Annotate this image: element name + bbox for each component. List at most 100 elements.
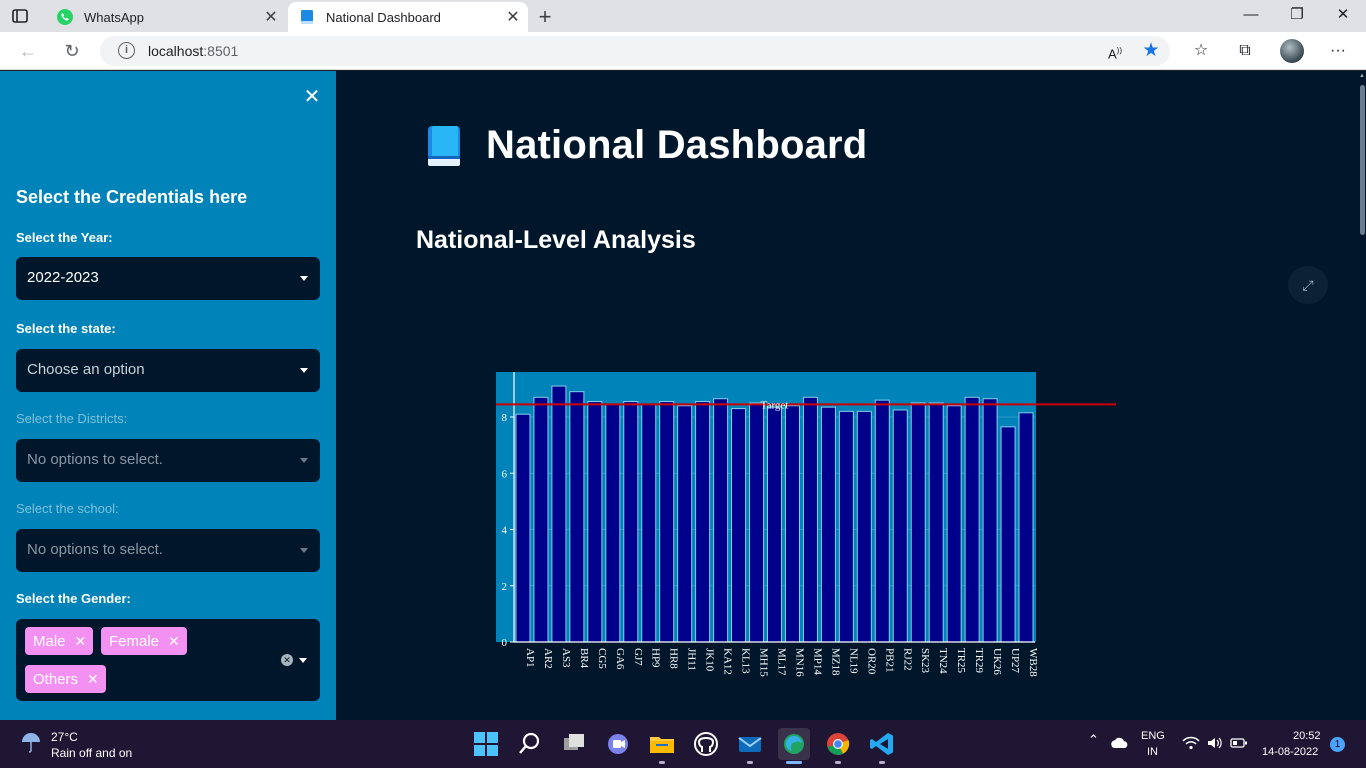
edge-icon — [784, 734, 804, 754]
address-bar[interactable]: i localhost:8501 — [100, 36, 1170, 66]
x-tick-label: AP1 — [524, 648, 536, 668]
blue-book-icon — [428, 125, 460, 166]
clock-time[interactable]: 20:52 — [1293, 730, 1321, 742]
language-indicator[interactable]: ENG — [1141, 730, 1165, 742]
weather-description[interactable]: Rain off and on — [51, 746, 132, 760]
minimize-icon[interactable]: — — [1240, 4, 1262, 26]
school-select-placeholder: No options to select. — [27, 541, 163, 558]
gender-chip-female[interactable]: Female ✕ — [101, 627, 187, 655]
battery-icon[interactable] — [1230, 737, 1248, 749]
running-indicator — [879, 761, 885, 764]
windows-start-icon[interactable] — [470, 728, 502, 760]
year-select-value: 2022-2023 — [27, 269, 99, 286]
mail-icon[interactable] — [734, 728, 766, 760]
refresh-icon[interactable]: ↻ — [61, 40, 83, 62]
edge-browser-app[interactable] — [778, 728, 810, 760]
bar — [551, 385, 567, 643]
scrollbar[interactable] — [1358, 71, 1366, 720]
chevron-down-icon[interactable] — [299, 658, 307, 663]
tab-national-dashboard[interactable]: National Dashboard ✕ — [288, 2, 528, 32]
sidebar-heading: Select the Credentials here — [16, 187, 248, 207]
year-label: Select the Year: — [16, 230, 113, 245]
bar — [1000, 426, 1016, 643]
new-tab-button[interactable]: + — [534, 4, 556, 30]
clear-all-icon[interactable]: ✕ — [281, 654, 293, 666]
notification-badge[interactable]: 1 — [1330, 737, 1345, 752]
task-view-icon[interactable] — [558, 728, 590, 760]
x-tick-label: BR4 — [578, 648, 590, 669]
x-tick-label: HR8 — [668, 648, 680, 669]
bar — [641, 403, 657, 643]
bar-chart: 0 2 4 6 8 AP1 AR2 AS3 BR4 CG5 GA6 GJ7 HP9 HR8 JH11 JK10… — [496, 372, 1116, 677]
file-explorer-icon[interactable] — [646, 728, 678, 760]
bar — [820, 406, 836, 643]
gender-chip-male[interactable]: Male ✕ — [25, 627, 94, 655]
chip-remove-icon[interactable]: ✕ — [75, 633, 87, 650]
url-port: :8501 — [203, 43, 239, 59]
bar — [605, 403, 621, 643]
bar — [910, 402, 926, 643]
bar — [713, 398, 729, 643]
teams-chat-icon[interactable] — [602, 728, 634, 760]
year-select[interactable]: 2022-2023 — [16, 257, 320, 300]
favorites-icon[interactable]: ☆ — [1190, 40, 1212, 62]
section-heading: National-Level Analysis — [416, 226, 696, 254]
url-text[interactable]: localhost:8501 — [148, 43, 238, 59]
chip-remove-icon[interactable]: ✕ — [168, 633, 180, 650]
gender-chip-others[interactable]: Others ✕ — [25, 665, 106, 693]
chrome-icon[interactable] — [822, 728, 854, 760]
onedrive-cloud-icon[interactable] — [1110, 736, 1130, 750]
school-select: No options to select. — [16, 529, 320, 572]
vscode-icon[interactable] — [866, 728, 898, 760]
bar — [623, 401, 639, 643]
sidebar-close-icon[interactable]: ✕ — [302, 87, 322, 107]
bar — [569, 391, 585, 643]
book-favicon-icon — [301, 10, 313, 24]
profile-avatar[interactable] — [1280, 39, 1304, 63]
language-region[interactable]: IN — [1147, 746, 1158, 758]
window-close-icon[interactable]: ✕ — [1332, 4, 1354, 26]
favorite-star-icon[interactable]: ★ — [1140, 40, 1162, 62]
y-tick-label: 6 — [502, 468, 508, 480]
wifi-icon[interactable] — [1182, 736, 1200, 750]
state-select[interactable]: Choose an option — [16, 349, 320, 392]
x-tick-label: ML17 — [776, 648, 788, 676]
clock-date[interactable]: 14-08-2022 — [1262, 746, 1318, 758]
bar — [838, 410, 854, 643]
active-app-indicator — [786, 761, 802, 764]
running-indicator — [659, 761, 665, 764]
running-indicator — [747, 761, 753, 764]
back-arrow-icon[interactable]: ← — [17, 40, 39, 62]
tab-whatsapp[interactable]: WhatsApp ✕ — [46, 2, 286, 32]
tab-actions-icon[interactable] — [10, 6, 30, 26]
info-icon[interactable]: i — [118, 42, 135, 59]
tab-close-icon[interactable]: ✕ — [498, 7, 528, 27]
bar — [784, 405, 800, 643]
weather-temperature[interactable]: 27°C — [51, 730, 78, 744]
x-tick-label: GJ7 — [632, 648, 644, 666]
x-tick-label: JH11 — [686, 648, 698, 671]
bar — [856, 410, 872, 643]
x-tick-label: MP14 — [811, 648, 823, 675]
gender-multiselect[interactable]: Male ✕ Female ✕ Others ✕ ✕ — [16, 619, 320, 701]
chip-remove-icon[interactable]: ✕ — [87, 671, 99, 688]
sidebar: ✕ Select the Credentials here Select the… — [0, 71, 336, 720]
volume-icon[interactable] — [1206, 736, 1224, 750]
fullscreen-expand-icon[interactable]: ⤢ — [1288, 266, 1328, 304]
x-tick-label: KL13 — [740, 648, 752, 674]
read-aloud-icon[interactable]: A)) — [1104, 40, 1126, 62]
bar — [677, 405, 693, 643]
restore-icon[interactable]: ❐ — [1286, 4, 1308, 26]
scrollbar-thumb[interactable] — [1360, 85, 1365, 235]
search-icon[interactable] — [514, 728, 546, 760]
collections-icon[interactable]: ⧉ — [1234, 40, 1256, 62]
github-icon[interactable] — [690, 728, 722, 760]
tray-overflow-chevron-icon[interactable]: ⌃ — [1088, 732, 1099, 748]
bar — [695, 401, 711, 643]
x-tick-label: TR25 — [955, 648, 967, 674]
scroll-up-arrow-icon[interactable]: ▲ — [1358, 73, 1366, 79]
rain-weather-icon[interactable] — [20, 732, 42, 754]
tab-close-icon[interactable]: ✕ — [256, 7, 286, 27]
more-menu-icon[interactable]: ··· — [1327, 40, 1349, 62]
x-tick-label: AS3 — [560, 648, 572, 668]
